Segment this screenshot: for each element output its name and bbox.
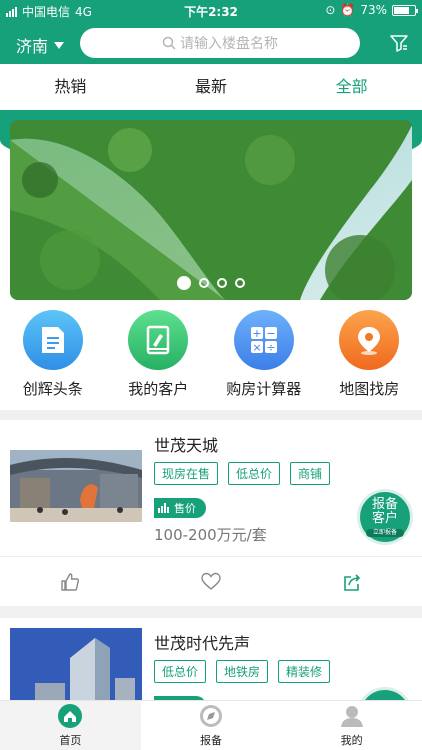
top-header: 中国电信 4G 下午2:32 ⊙ ⏰ 73% 济南 请输入楼盘名称 — [0, 0, 422, 64]
banner-section — [0, 110, 422, 300]
listing-price: 100-200万元/套 — [154, 526, 267, 544]
app-screen: 中国电信 4G 下午2:32 ⊙ ⏰ 73% 济南 请输入楼盘名称 热销 最新 … — [0, 0, 422, 750]
report-line1: 报备 — [371, 497, 398, 512]
quick-item-label: 我的客户 — [128, 380, 189, 398]
document-icon — [22, 310, 83, 370]
caret-down-icon — [54, 41, 65, 49]
banner-image — [10, 120, 412, 300]
quick-item-calculator[interactable]: + − × ÷ 购房计算器 — [211, 300, 317, 410]
svg-text:+: + — [252, 327, 261, 340]
city-label: 济南 — [16, 37, 49, 56]
nav-mine[interactable]: 我的 — [281, 701, 422, 750]
carousel-indicator — [10, 276, 412, 290]
city-selector[interactable]: 济南 — [16, 33, 65, 57]
nav-report[interactable]: 报备 — [141, 701, 282, 750]
compass-icon — [200, 705, 222, 727]
share-icon — [343, 573, 360, 591]
price-badge-label: 售价 — [174, 502, 196, 515]
tab-all[interactable]: 全部 — [281, 64, 422, 110]
nav-home[interactable]: 首页 — [0, 701, 141, 750]
search-input[interactable]: 请输入楼盘名称 — [80, 28, 360, 58]
quick-item-headlines[interactable]: 创辉头条 — [0, 300, 106, 410]
listing-tag: 地铁房 — [216, 660, 269, 683]
quick-item-customers[interactable]: 我的客户 — [106, 300, 212, 410]
favorite-button[interactable] — [141, 557, 282, 606]
quick-item-label: 创辉头条 — [22, 380, 83, 398]
carousel-dot[interactable] — [235, 278, 245, 288]
report-small-label: 立即报备 — [366, 529, 404, 537]
book-icon — [128, 310, 189, 370]
location-pin-icon — [339, 310, 400, 370]
like-button[interactable] — [0, 557, 141, 606]
svg-text:×: × — [252, 341, 261, 354]
listing-actions — [0, 556, 422, 606]
listing-image — [10, 628, 142, 708]
price-badge: 售价 — [154, 498, 206, 518]
nav-label: 首页 — [59, 734, 82, 747]
listing-tag: 低总价 — [228, 462, 281, 485]
heart-icon — [201, 572, 221, 590]
quick-item-label: 地图找房 — [339, 380, 400, 398]
report-customer-button[interactable]: 报备 客户 立即报备 — [360, 492, 410, 542]
carousel-dot-active[interactable] — [177, 276, 191, 290]
bottom-nav: 首页 报备 我的 — [0, 700, 422, 750]
rotation-lock-icon: ⊙ — [325, 3, 336, 17]
tab-new[interactable]: 最新 — [141, 64, 282, 110]
quick-actions: 创辉头条 我的客户 + − × ÷ 购房计算器 地图找房 — [0, 300, 422, 410]
search-icon — [162, 36, 176, 50]
carousel-dot[interactable] — [199, 278, 209, 288]
svg-text:−: − — [266, 327, 275, 340]
listing-image — [10, 450, 142, 522]
user-icon — [340, 706, 363, 727]
battery-icon — [392, 4, 418, 16]
battery-percent: 73% — [360, 3, 387, 17]
listing-tags: 现房在售 低总价 商铺 — [154, 462, 331, 485]
banner-carousel[interactable] — [10, 120, 412, 300]
listing-title[interactable]: 世茂天城 — [154, 432, 218, 456]
home-icon — [58, 704, 83, 728]
thumbs-up-icon — [61, 572, 80, 591]
nav-label: 报备 — [200, 734, 222, 747]
listing-tag: 精装修 — [278, 660, 331, 683]
listing-title[interactable]: 世茂时代先声 — [154, 630, 250, 654]
search-placeholder: 请输入楼盘名称 — [180, 36, 278, 52]
calculator-icon: + − × ÷ — [233, 310, 294, 370]
search-row: 济南 请输入楼盘名称 — [0, 22, 422, 64]
status-bar: 中国电信 4G 下午2:32 ⊙ ⏰ 73% — [0, 0, 422, 22]
report-line2: 客户 — [371, 511, 398, 526]
quick-item-map[interactable]: 地图找房 — [317, 300, 422, 410]
listing-card[interactable]: 世茂天城 现房在售 低总价 商铺 售价 100-200万元/套 报备 客户 立即… — [0, 420, 422, 606]
quick-item-label: 购房计算器 — [226, 380, 302, 398]
listing-card[interactable]: 世茂时代先声 低总价 地铁房 精装修 — [0, 618, 422, 740]
listing-tag: 低总价 — [154, 660, 207, 683]
nav-label: 我的 — [340, 734, 363, 747]
listing-tags: 低总价 地铁房 精装修 — [154, 660, 331, 683]
svg-text:÷: ÷ — [266, 341, 275, 354]
bar-chart-icon — [158, 503, 169, 513]
share-button[interactable] — [281, 557, 422, 606]
alarm-icon: ⏰ — [340, 3, 356, 17]
listing-tag: 商铺 — [290, 462, 331, 485]
listing-tag: 现房在售 — [154, 462, 219, 485]
carousel-dot[interactable] — [217, 278, 227, 288]
tab-hot[interactable]: 热销 — [0, 64, 141, 110]
filter-icon[interactable] — [390, 34, 408, 52]
category-tabs: 热销 最新 全部 — [0, 64, 422, 110]
